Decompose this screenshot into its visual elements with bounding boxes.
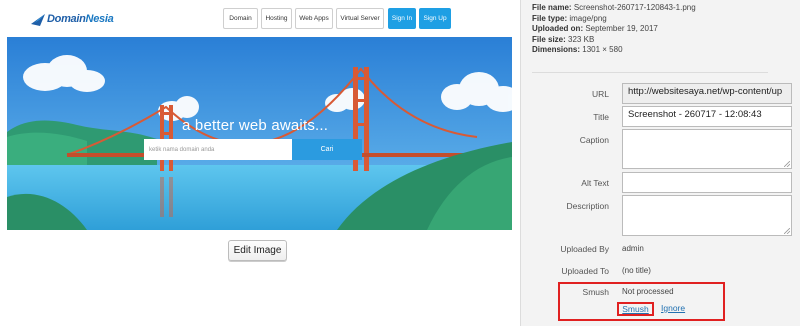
- alt-text-field[interactable]: [622, 172, 792, 193]
- caption-field[interactable]: [622, 129, 792, 169]
- media-attachment-details: DomainNesia Domain Hosting Web Apps Virt…: [0, 0, 800, 326]
- logo-mark-icon: [31, 14, 45, 26]
- smush-link[interactable]: Smush: [617, 302, 654, 316]
- url-label: URL: [591, 89, 609, 99]
- file-type-row: File type: image/png: [532, 13, 607, 23]
- image-preview: DomainNesia Domain Hosting Web Apps Virt…: [7, 0, 512, 230]
- hero-banner: a better web awaits... ketik nama domain…: [7, 37, 512, 230]
- uploaded-to-label: Uploaded To: [561, 266, 609, 276]
- title-label: Title: [593, 112, 609, 122]
- nav-virtual-server: Virtual Server: [336, 8, 384, 29]
- uploaded-by-label: Uploaded By: [560, 244, 609, 254]
- smush-status: Not processed: [622, 287, 674, 296]
- smush-label: Smush: [582, 287, 609, 297]
- file-size-row: File size: 323 KB: [532, 34, 595, 44]
- nav-hosting: Hosting: [261, 8, 292, 29]
- hero-heading: a better web awaits...: [182, 117, 329, 134]
- dimensions-row: Dimensions: 1301 × 580: [532, 45, 623, 55]
- ignore-link[interactable]: Ignore: [661, 303, 685, 313]
- resize-handle-icon[interactable]: [784, 161, 790, 167]
- uploaded-on-row: Uploaded on: September 19, 2017: [532, 24, 658, 34]
- nav-domain: Domain: [223, 8, 258, 29]
- resize-handle-icon[interactable]: [784, 228, 790, 234]
- hero-search-button: Cari: [292, 139, 362, 160]
- hero-domain-search-input: ketik nama domain anda: [144, 139, 292, 160]
- site-logo: DomainNesia: [31, 11, 114, 27]
- file-meta: File name: Screenshot-260717-120843-1.pn…: [532, 3, 696, 56]
- edit-image-button[interactable]: Edit Image: [228, 240, 287, 261]
- nav-sign-up: Sign Up: [419, 8, 451, 29]
- nav-web-apps: Web Apps: [295, 8, 333, 29]
- alt-text-label: Alt Text: [581, 178, 609, 188]
- file-name-row: File name: Screenshot-260717-120843-1.pn…: [532, 3, 696, 12]
- logo-text: DomainNesia: [47, 13, 114, 25]
- divider: [532, 72, 768, 73]
- caption-label: Caption: [579, 135, 609, 145]
- uploaded-by-value: admin: [622, 244, 644, 253]
- site-navbar: DomainNesia Domain Hosting Web Apps Virt…: [7, 0, 512, 37]
- title-field[interactable]: Screenshot - 260717 - 12:08:43: [622, 106, 792, 127]
- uploaded-to-value: (no title): [622, 266, 651, 275]
- nav-sign-in: Sign In: [388, 8, 416, 29]
- description-field[interactable]: [622, 195, 792, 236]
- description-label: Description: [566, 201, 609, 211]
- url-field[interactable]: http://websitesaya.net/wp-content/up: [622, 83, 792, 104]
